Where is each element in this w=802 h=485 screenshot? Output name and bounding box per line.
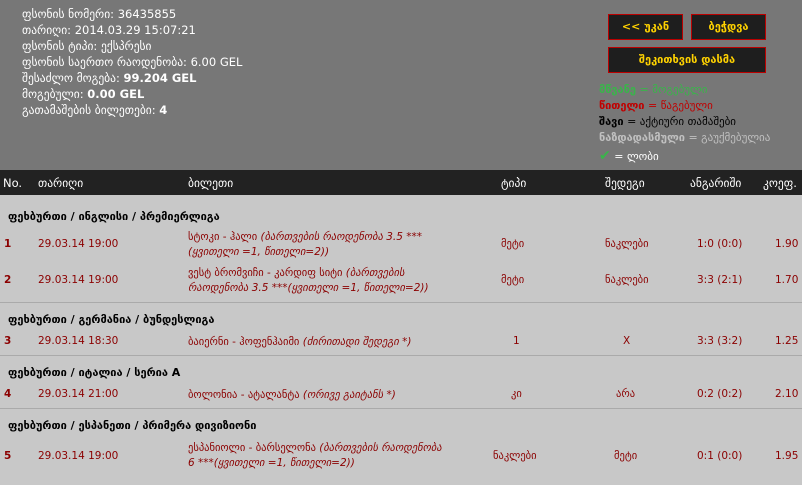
row-score: 0:1 (0:0) (697, 450, 743, 462)
col-coef: კოეფ. (763, 176, 797, 190)
col-type: ტიპი (501, 176, 527, 190)
row-type: მეტი (501, 238, 525, 250)
row-coef: 1.95 (775, 450, 799, 462)
ticket-total-stake: ფსონის საერთო რაოდენობა: 6.00 GEL (22, 55, 243, 69)
row-outcome: ნაკლები (605, 274, 649, 286)
row-no: 4 (4, 388, 12, 400)
ticket-possible-win: შესაძლო მოგება: 99.204 GEL (22, 71, 197, 85)
row-event: ვესტ ბრომვიჩი - კარდიფ სიტი (ბართვების რ… (188, 267, 429, 294)
row-score: 1:0 (0:0) (697, 238, 743, 250)
row-event: სტოკი - ჰალი (ბართვების რაოდენობა 3.5 **… (188, 231, 423, 258)
row-no: 5 (4, 450, 12, 462)
row-outcome: არა (616, 388, 636, 400)
row-event: ესპანიოლი - ბარსელონა (ბართვების რაოდენო… (188, 442, 442, 469)
group-title: ფეხბურთი / ინგლისი / პრემიერლიგა (8, 210, 220, 223)
group-title: ფეხბურთი / იტალია / სერია A (8, 366, 181, 379)
print-button[interactable]: ბეჭდვა (691, 14, 766, 40)
group-title: ფეხბურთი / ესპანეთი / პრიმერა დივიზიონი (8, 419, 257, 432)
ticket-header: ფსონის ნომერი: 36435855 თარიღი: 2014.03.… (0, 0, 802, 170)
col-score: ანგარიში (690, 176, 742, 190)
row-no: 1 (4, 238, 12, 250)
ticket-type: ფსონის ტიპი: ექსპრესი (22, 39, 152, 53)
check-icon: ✔ (599, 148, 611, 164)
row-outcome: მეტი (614, 450, 638, 462)
table-header: No. თარიღი ბილეთი ტიპი შედეგი ანგარიში კ… (0, 170, 802, 195)
row-score: 3:3 (2:1) (697, 274, 743, 286)
row-event: ბაიერნი - ჰოფენჰაიმი (ძირითადი შედეგი *) (188, 336, 412, 348)
ticket-matches-count: გათამაშების ბილეთები: 4 (22, 103, 168, 117)
row-outcome: X (623, 335, 631, 347)
legend-check: ✔ = ლობი (599, 148, 659, 164)
row-type: 1 (513, 335, 520, 347)
row-event: ბოლონია - ატალანტა (ორივე გაიტანს *) (188, 389, 396, 401)
group-divider (0, 355, 802, 356)
col-event: ბილეთი (188, 176, 234, 190)
place-bet-button[interactable]: შეკითხვის დასმა (608, 47, 766, 73)
row-no: 2 (4, 274, 12, 286)
legend-black: შავი = აქტიური თამაშები (599, 115, 736, 128)
row-type: ნაკლები (493, 450, 537, 462)
ticket-won: მოგებული: 0.00 GEL (22, 87, 145, 101)
group-divider (0, 408, 802, 409)
legend-gray: ნაზდადასმული = გაუქმებულია (599, 131, 771, 144)
row-score: 3:3 (3:2) (697, 335, 743, 347)
row-date: 29.03.14 19:00 (38, 238, 119, 250)
group-divider (0, 302, 802, 303)
row-outcome: ნაკლები (605, 238, 649, 250)
col-no: No. (3, 176, 23, 190)
row-date: 29.03.14 21:00 (38, 388, 119, 400)
row-coef: 1.25 (775, 335, 799, 347)
ticket-date: თარიღი: 2014.03.29 15:07:21 (22, 23, 196, 37)
row-date: 29.03.14 19:00 (38, 274, 119, 286)
back-button[interactable]: << უკან (608, 14, 683, 40)
bet-details-page: { "info": { "ticket_number_label": "ფსონ… (0, 0, 802, 485)
group-title: ფეხბურთი / გერმანია / ბუნდესლიგა (8, 313, 215, 326)
legend-green: მწვანე = მოგებული (599, 83, 708, 96)
ticket-number: ფსონის ნომერი: 36435855 (22, 7, 177, 21)
row-coef: 2.10 (775, 388, 799, 400)
row-date: 29.03.14 18:30 (38, 335, 119, 347)
col-outcome: შედეგი (605, 176, 645, 190)
row-coef: 1.70 (775, 274, 799, 286)
legend-red: წითელი = წაგებული (599, 99, 713, 112)
row-coef: 1.90 (775, 238, 799, 250)
row-no: 3 (4, 335, 12, 347)
col-date: თარიღი (38, 176, 84, 190)
row-date: 29.03.14 19:00 (38, 450, 119, 462)
row-type: მეტი (501, 274, 525, 286)
row-type: კი (511, 388, 522, 400)
row-score: 0:2 (0:2) (697, 388, 743, 400)
